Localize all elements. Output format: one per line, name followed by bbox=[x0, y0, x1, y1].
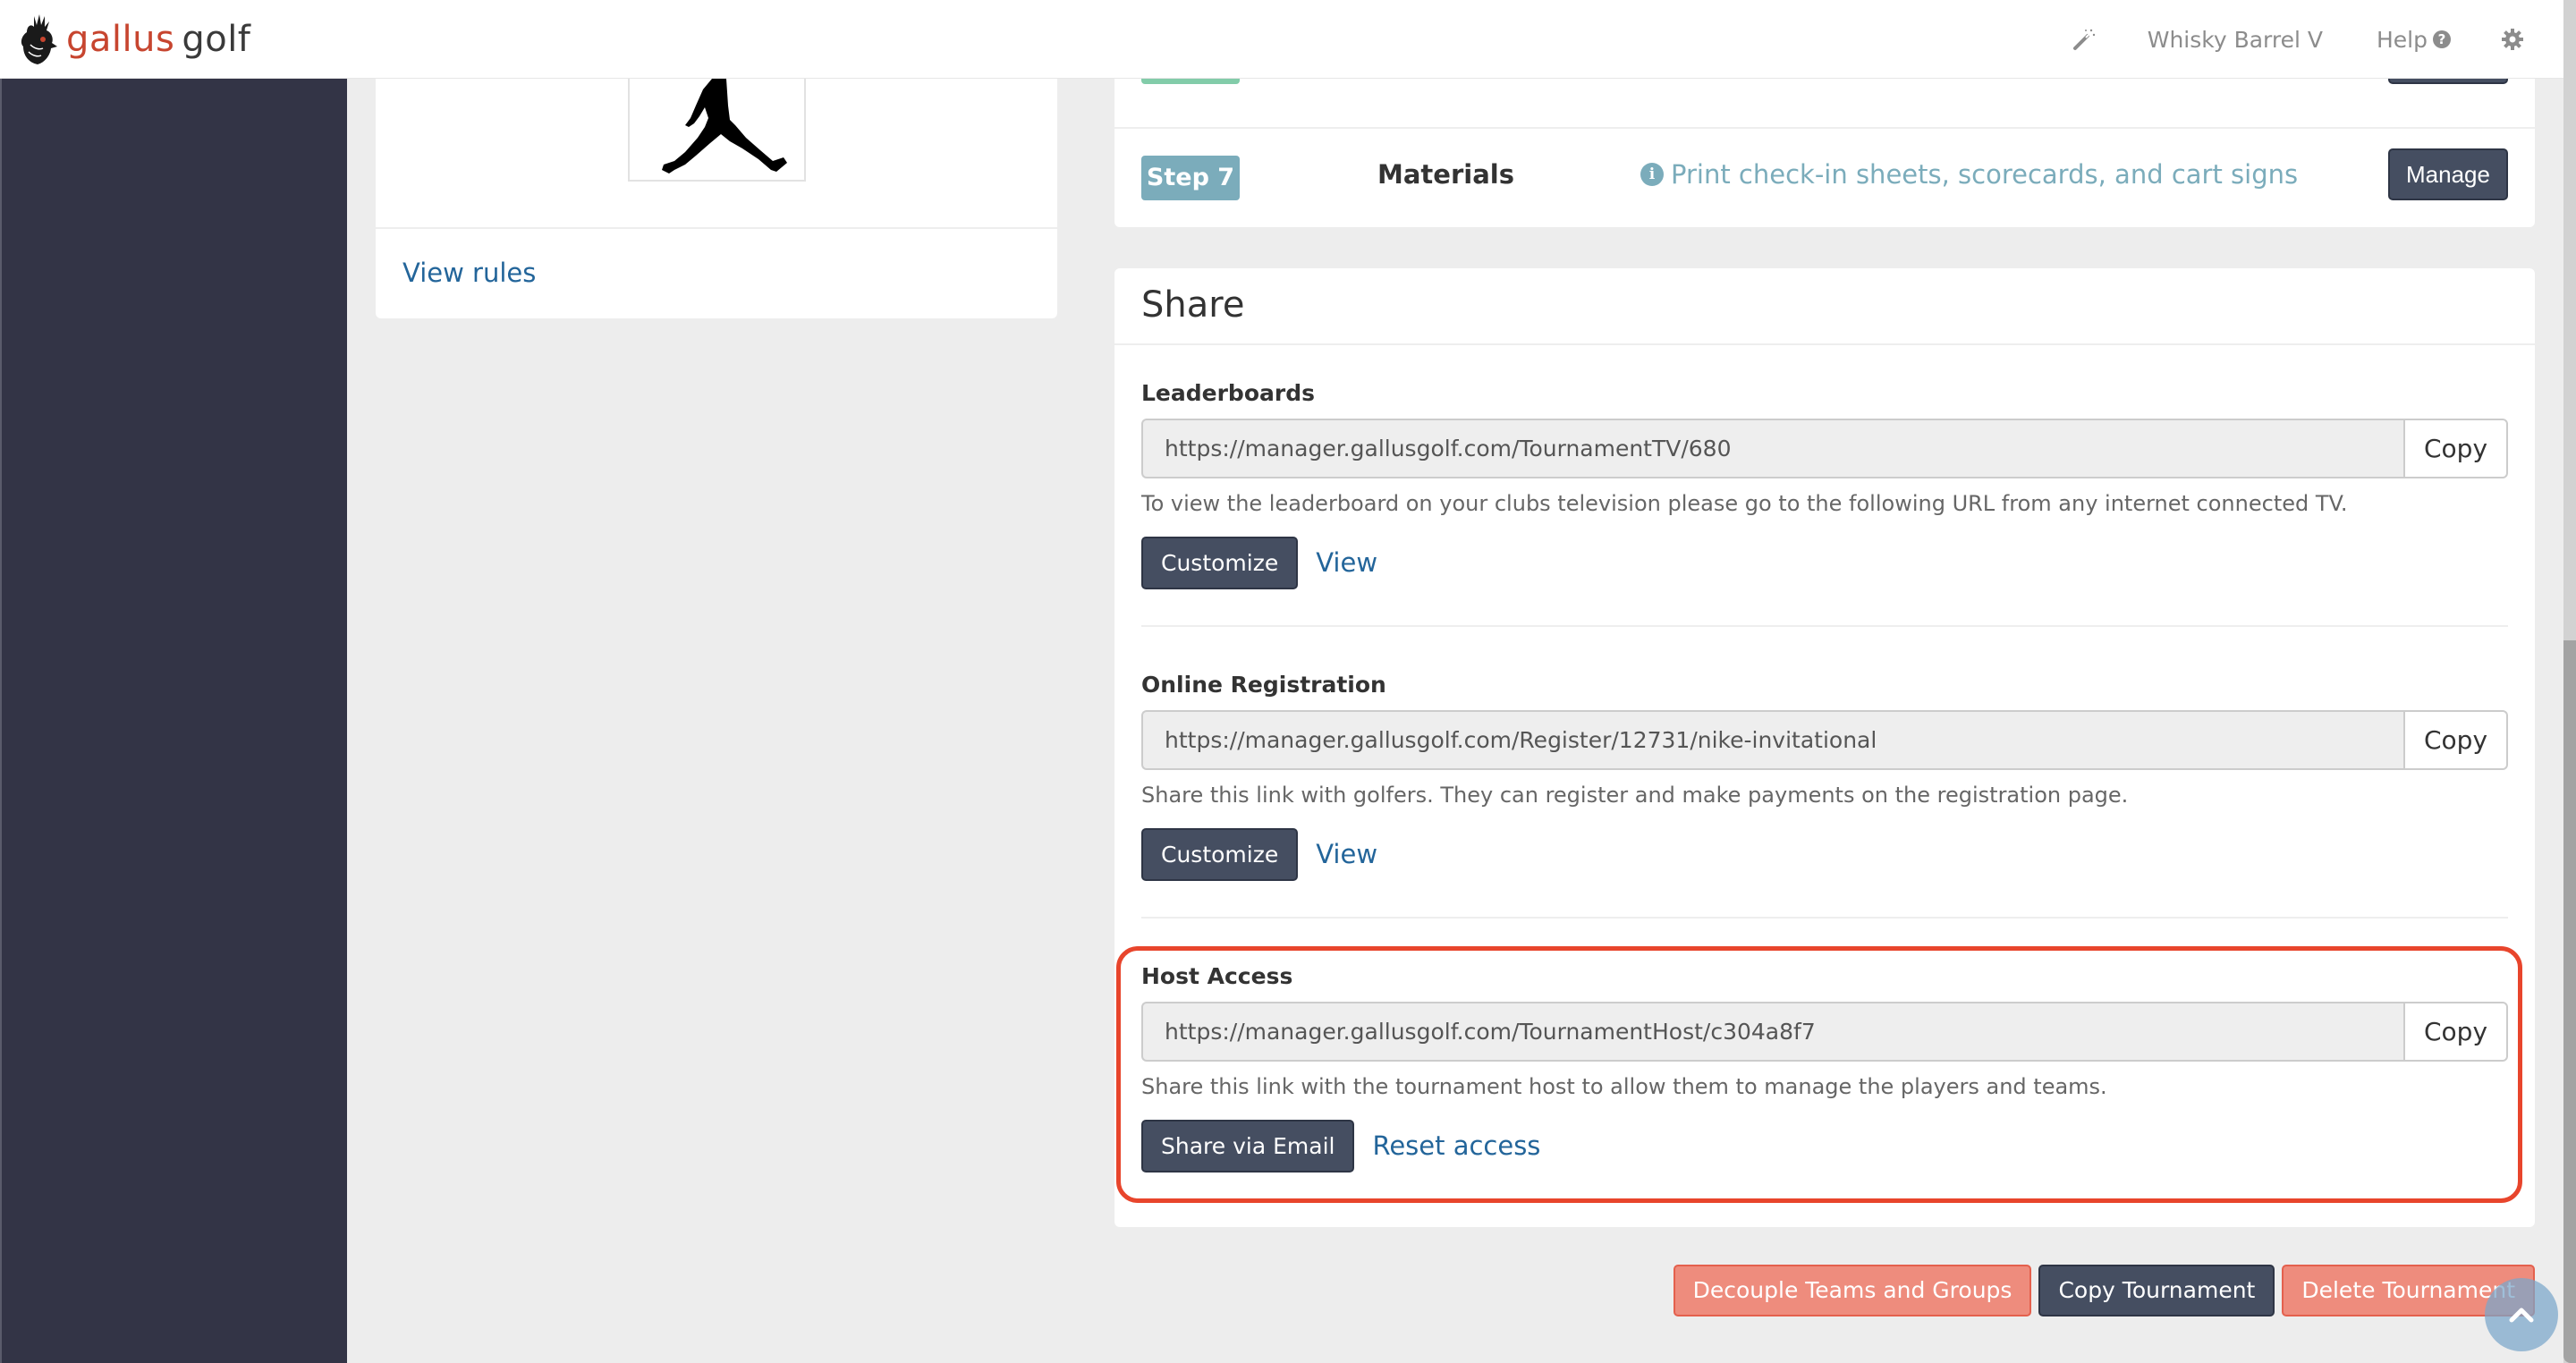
share-section-host-access: Host Access Copy Share this link with th… bbox=[1141, 959, 2508, 1173]
card-divider bbox=[376, 227, 1057, 229]
share-section-leaderboards: Leaderboards Copy To view the leaderboar… bbox=[1141, 376, 2508, 589]
manage-materials-button[interactable]: Manage bbox=[2388, 148, 2508, 200]
step-status: i Print check-in sheets, scorecards, and… bbox=[1640, 159, 2298, 190]
decouple-teams-groups-button[interactable]: Decouple Teams and Groups bbox=[1673, 1265, 2032, 1316]
customize-leaderboard-button[interactable]: Customize bbox=[1141, 536, 1299, 589]
share-section-online-registration: Online Registration Copy Share this link… bbox=[1141, 667, 2508, 881]
url-input-group: Copy bbox=[1141, 710, 2508, 770]
settings-button[interactable] bbox=[2501, 28, 2524, 51]
copy-registration-url-button[interactable]: Copy bbox=[2403, 710, 2508, 770]
step-badge: Step 7 bbox=[1141, 156, 1240, 200]
magic-wand-button[interactable] bbox=[2072, 28, 2096, 51]
jumpman-silhouette-icon bbox=[662, 79, 787, 174]
chevron-up-icon bbox=[2509, 1308, 2534, 1323]
section-help-text: Share this link with golfers. They can r… bbox=[1141, 783, 2129, 808]
tournament-actions: Decouple Teams and Groups Copy Tournamen… bbox=[1673, 1265, 2535, 1316]
reset-access-link[interactable]: Reset access bbox=[1372, 1130, 1540, 1161]
info-circle-icon: i bbox=[1640, 163, 1664, 186]
step-status-text: Print check-in sheets, scorecards, and c… bbox=[1671, 159, 2299, 190]
share-card: Share Leaderboards Copy To view the lead… bbox=[1114, 268, 2535, 1227]
step-title: Materials bbox=[1377, 159, 1514, 190]
view-leaderboard-link[interactable]: View bbox=[1316, 547, 1377, 578]
user-account-menu[interactable]: Whisky Barrel V bbox=[2148, 27, 2323, 53]
gallus-golf-logo[interactable]: gallus golf bbox=[16, 13, 250, 66]
section-actions: Share via Email Reset access bbox=[1141, 1119, 2508, 1173]
share-title: Share bbox=[1141, 284, 1245, 326]
page-scrollbar-thumb[interactable] bbox=[2563, 640, 2576, 1363]
leaderboard-url-field[interactable] bbox=[1141, 419, 2403, 478]
section-actions: Customize View bbox=[1141, 827, 2508, 881]
customize-registration-button[interactable]: Customize bbox=[1141, 827, 1299, 881]
setup-steps-card: Step 6 Leaderboards ✓ You have 3 leaderb… bbox=[1114, 32, 2535, 227]
host-access-url-field[interactable] bbox=[1141, 1002, 2403, 1062]
section-label: Leaderboards bbox=[1141, 380, 1315, 406]
help-label: Help bbox=[2377, 26, 2428, 53]
rooster-logo-icon bbox=[21, 14, 57, 64]
section-divider bbox=[1141, 917, 2508, 919]
step-row-materials: Step 7 Materials i Print check-in sheets… bbox=[1114, 131, 2535, 227]
section-divider bbox=[1141, 625, 2508, 627]
section-help-text: Share this link with the tournament host… bbox=[1141, 1074, 2107, 1099]
tournament-info-card: View rules bbox=[376, 54, 1057, 318]
view-rules-link[interactable]: View rules bbox=[402, 258, 536, 288]
scroll-to-top-button[interactable] bbox=[2485, 1278, 2558, 1351]
logo-word-gallus: gallus bbox=[66, 19, 175, 60]
registration-url-field[interactable] bbox=[1141, 710, 2403, 770]
gear-icon bbox=[2502, 29, 2523, 50]
copy-leaderboard-url-button[interactable]: Copy bbox=[2403, 419, 2508, 478]
top-navbar: gallus golf Whisky Barrel V Help ? bbox=[0, 0, 2563, 79]
share-header-divider bbox=[1114, 343, 2535, 345]
section-actions: Customize View bbox=[1141, 536, 2508, 589]
section-help-text: To view the leaderboard on your clubs te… bbox=[1141, 491, 2348, 516]
url-input-group: Copy bbox=[1141, 1002, 2508, 1062]
copy-tournament-button[interactable]: Copy Tournament bbox=[2038, 1265, 2275, 1316]
section-label: Online Registration bbox=[1141, 672, 1386, 698]
url-input-group: Copy bbox=[1141, 419, 2508, 478]
tournament-logo-image bbox=[628, 79, 806, 182]
logo-word-golf: golf bbox=[182, 19, 251, 60]
copy-host-url-button[interactable]: Copy bbox=[2403, 1002, 2508, 1062]
section-label: Host Access bbox=[1141, 963, 1293, 989]
view-registration-link[interactable]: View bbox=[1316, 839, 1377, 869]
share-via-email-button[interactable]: Share via Email bbox=[1141, 1119, 1355, 1173]
question-circle-icon: ? bbox=[2433, 30, 2451, 48]
top-nav-right: Whisky Barrel V Help ? bbox=[2072, 0, 2524, 79]
sidebar bbox=[0, 79, 347, 1363]
help-menu[interactable]: Help ? bbox=[2377, 27, 2451, 53]
logo-wordmark: gallus golf bbox=[66, 21, 250, 57]
magic-wand-icon bbox=[2072, 29, 2095, 50]
